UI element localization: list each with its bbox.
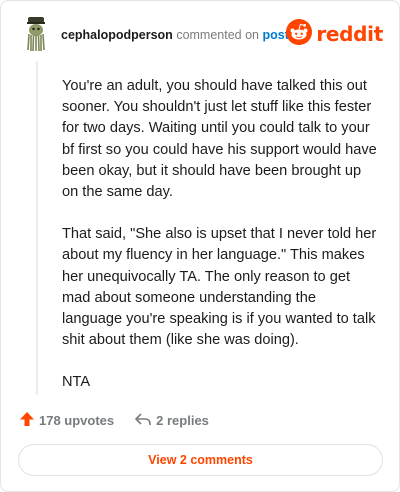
upvote-count: 178 upvotes bbox=[39, 412, 115, 428]
thread-line[interactable] bbox=[36, 61, 38, 395]
reddit-wordmark: reddit bbox=[316, 22, 383, 46]
comment-card: cephalopodperson commented on post reddi… bbox=[0, 0, 400, 492]
comment-paragraph: NTA bbox=[62, 374, 91, 391]
upvote-button[interactable]: 178 upvotes bbox=[19, 411, 114, 430]
commented-on-text: commented on bbox=[176, 28, 259, 42]
upvote-arrow-icon bbox=[19, 411, 39, 430]
reply-count: 2 replies bbox=[156, 412, 209, 428]
comment-header: cephalopodperson commented on post reddi… bbox=[21, 17, 383, 52]
reply-arrow-icon bbox=[134, 411, 156, 430]
view-comments-button[interactable]: View 2 comments bbox=[18, 444, 383, 476]
reddit-brand[interactable]: reddit bbox=[286, 18, 383, 50]
replies-button[interactable]: 2 replies bbox=[134, 411, 209, 430]
comment-footer: 178 upvotes 2 replies bbox=[19, 410, 209, 430]
avatar-icon[interactable] bbox=[23, 17, 49, 52]
comment-meta: cephalopodperson commented on post bbox=[61, 28, 289, 42]
comment-paragraph: You're an adult, you should have talked … bbox=[62, 78, 377, 201]
post-link[interactable]: post bbox=[262, 28, 288, 42]
username-link[interactable]: cephalopodperson bbox=[61, 28, 173, 42]
comment-paragraph: That said, "She also is upset that I nev… bbox=[62, 226, 377, 349]
reddit-logo-icon bbox=[286, 18, 313, 50]
comment-body: You're an adult, you should have talked … bbox=[62, 76, 380, 415]
